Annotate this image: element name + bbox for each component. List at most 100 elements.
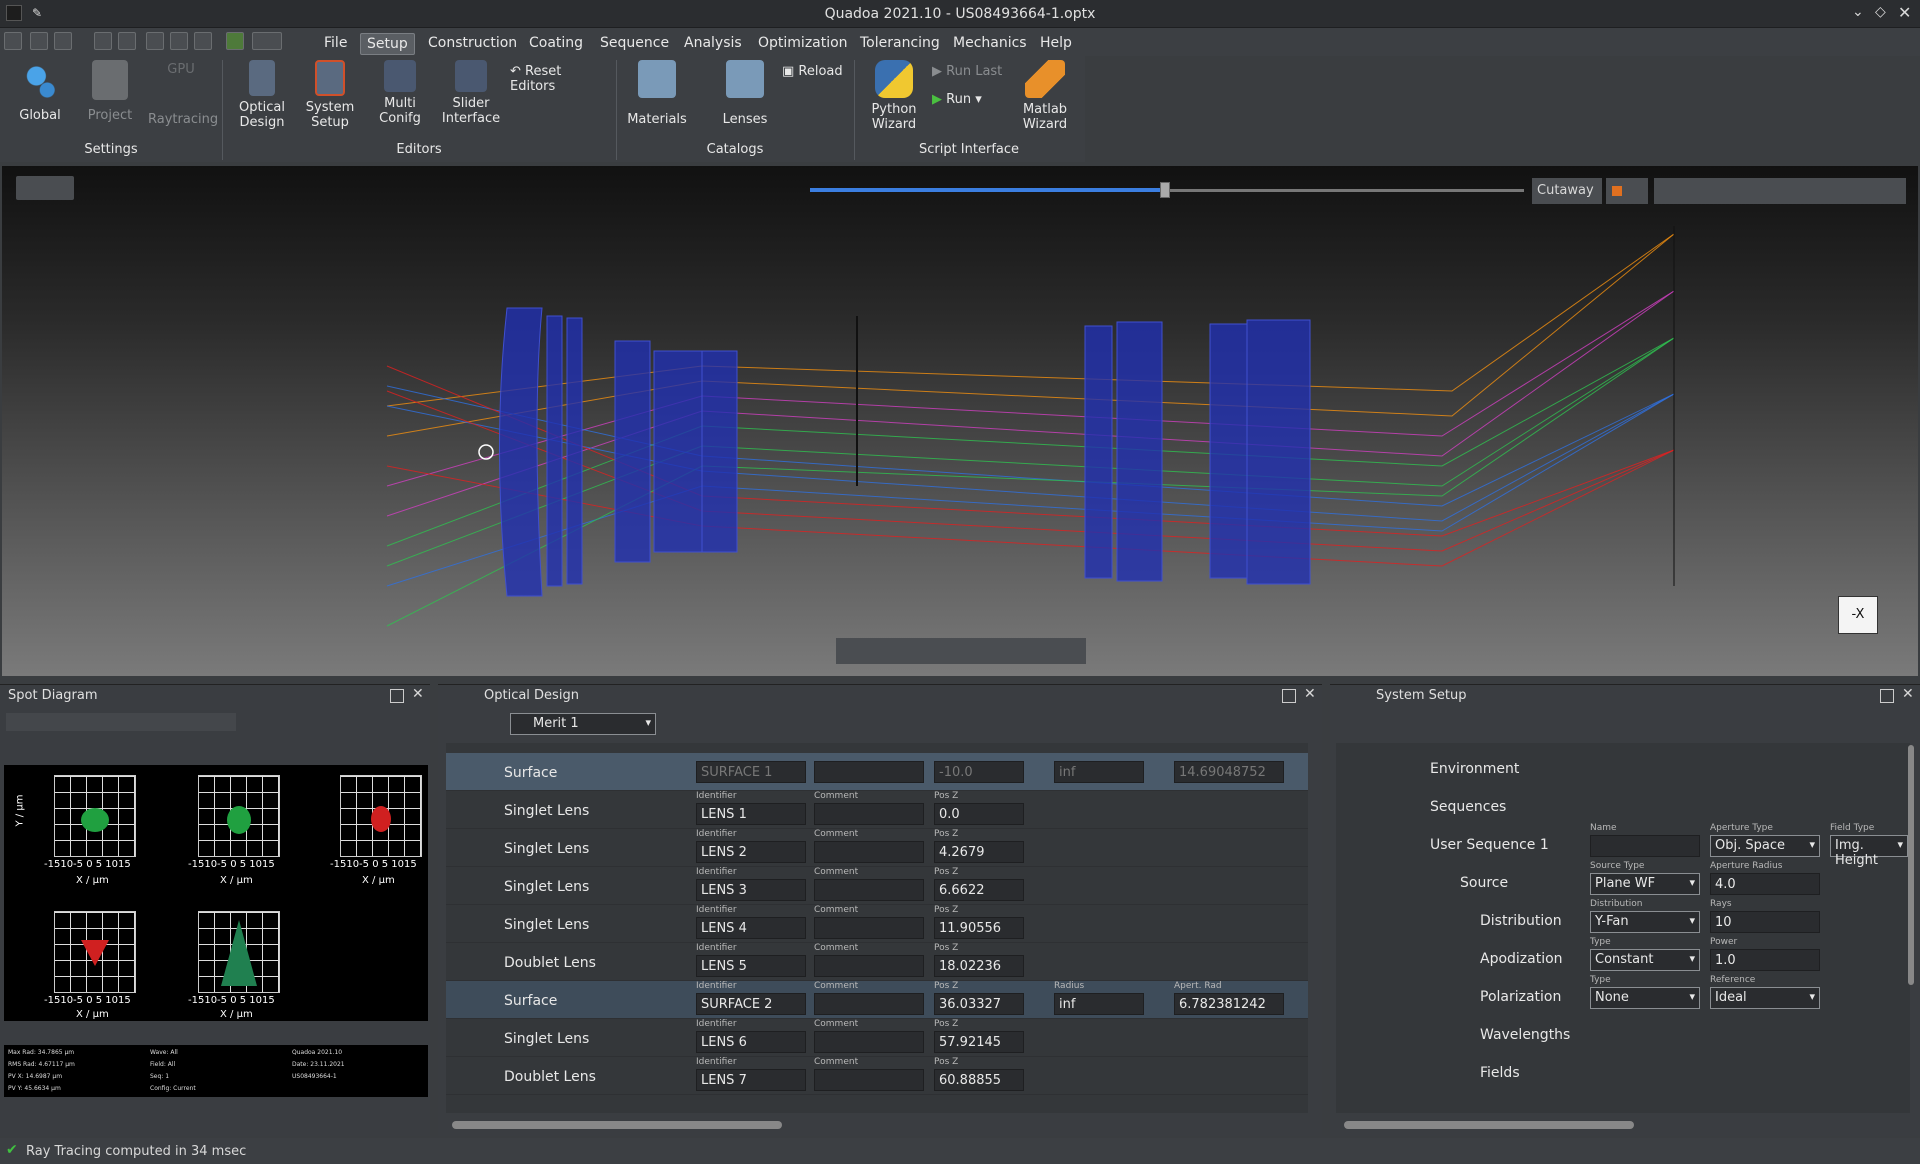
redo-icon[interactable]: [170, 32, 188, 50]
minimize-icon[interactable]: ⌄: [1852, 4, 1864, 20]
identifier-field[interactable]: LENS 3: [696, 879, 806, 901]
spot-toolbar[interactable]: [6, 713, 236, 731]
od-horizontal-scrollbar[interactable]: [452, 1121, 782, 1129]
reload-button[interactable]: ▣ Reload: [782, 64, 844, 79]
aperture-radius-field[interactable]: 4.0: [1710, 873, 1820, 895]
ss-vertical-scrollbar[interactable]: [1908, 745, 1914, 985]
save-icon[interactable]: [94, 32, 112, 50]
source-type-dropdown[interactable]: Plane WF: [1590, 873, 1700, 895]
reset-editors-button[interactable]: ↶ Reset Editors: [510, 64, 602, 94]
ss-float-icon[interactable]: [1880, 689, 1894, 703]
undo-icon[interactable]: [146, 32, 164, 50]
radius-field[interactable]: inf: [1054, 993, 1144, 1015]
aperture-type-dropdown[interactable]: Obj. Space: [1710, 835, 1820, 857]
optical-design-button[interactable]: Optical Design: [234, 60, 290, 130]
comment-field[interactable]: [814, 1069, 924, 1091]
python-wizard-button[interactable]: Python Wizard: [864, 60, 924, 132]
tree-source[interactable]: Source: [1460, 875, 1508, 891]
global-button[interactable]: Global: [12, 60, 68, 123]
table-row[interactable]: Singlet Lens Identifier Comment Pos Z LE…: [446, 867, 1308, 905]
posz-field[interactable]: 4.2679: [934, 841, 1024, 863]
run-last-button[interactable]: ▶ Run Last: [932, 64, 1012, 79]
aperture-field[interactable]: 6.782381242: [1174, 993, 1284, 1015]
identifier-field[interactable]: LENS 1: [696, 803, 806, 825]
apodization-type-dropdown[interactable]: Constant: [1590, 949, 1700, 971]
menu-tolerancing[interactable]: Tolerancing: [854, 33, 946, 53]
auto-update-icon[interactable]: [226, 32, 244, 50]
identifier-field[interactable]: SURFACE 1: [696, 761, 806, 783]
identifier-field[interactable]: LENS 7: [696, 1069, 806, 1091]
lenses-button[interactable]: Lenses: [714, 60, 776, 127]
tree-sequences[interactable]: Sequences: [1430, 799, 1506, 815]
tree-wavelengths[interactable]: Wavelengths: [1480, 1027, 1570, 1043]
ss-close-icon[interactable]: ✕: [1902, 686, 1914, 702]
materials-button[interactable]: Materials: [626, 60, 688, 127]
menu-sequence[interactable]: Sequence: [594, 33, 675, 53]
tree-polarization[interactable]: Polarization: [1480, 989, 1561, 1005]
comment-field[interactable]: [814, 1031, 924, 1053]
comment-field[interactable]: [814, 917, 924, 939]
od-close-icon[interactable]: ✕: [1304, 686, 1316, 702]
menu-optimization[interactable]: Optimization: [752, 33, 854, 53]
menu-analysis[interactable]: Analysis: [678, 33, 748, 53]
tree-distribution[interactable]: Distribution: [1480, 913, 1562, 929]
maximize-icon[interactable]: ◇: [1875, 4, 1886, 20]
spot-close-icon[interactable]: ✕: [412, 686, 424, 702]
menu-setup[interactable]: Setup: [360, 33, 415, 55]
menu-construction[interactable]: Construction: [422, 33, 523, 53]
posz-field[interactable]: 11.90556: [934, 917, 1024, 939]
tree-apodization[interactable]: Apodization: [1480, 951, 1563, 967]
slider-interface-button[interactable]: Slider Interface: [440, 60, 502, 126]
save-as-icon[interactable]: [118, 32, 136, 50]
merit-dropdown[interactable]: Merit 1: [510, 713, 656, 735]
posz-field[interactable]: 36.03327: [934, 993, 1024, 1015]
identifier-field[interactable]: LENS 5: [696, 955, 806, 977]
tree-fields[interactable]: Fields: [1480, 1065, 1520, 1081]
aperture-field[interactable]: 14.69048752: [1174, 761, 1284, 783]
field-type-dropdown[interactable]: Img. Height: [1830, 835, 1908, 868]
window-layout-icon[interactable]: [252, 32, 282, 50]
open-recent-icon[interactable]: [54, 32, 72, 50]
posz-field[interactable]: -10.0: [934, 761, 1024, 783]
raytracing-button[interactable]: GPU Raytracing: [148, 60, 218, 127]
table-row[interactable]: Surface Identifier Comment Pos Z Radius …: [446, 981, 1308, 1019]
polarization-type-dropdown[interactable]: None: [1590, 987, 1700, 1009]
table-row[interactable]: Singlet Lens Identifier Comment Pos Z LE…: [446, 829, 1308, 867]
view-orientation-toolbar[interactable]: [836, 638, 1086, 664]
layout-3d-viewport[interactable]: Cutaway -X: [2, 166, 1918, 676]
power-field[interactable]: 1.0: [1710, 949, 1820, 971]
ss-horizontal-scrollbar[interactable]: [1344, 1121, 1634, 1129]
multi-config-button[interactable]: Multi Conifg: [372, 60, 428, 126]
rays-spinbox[interactable]: 10: [1710, 911, 1820, 933]
comment-field[interactable]: [814, 841, 924, 863]
menu-mechanics[interactable]: Mechanics: [947, 33, 1033, 53]
tree-environment[interactable]: Environment: [1430, 761, 1519, 777]
posz-field[interactable]: 0.0: [934, 803, 1024, 825]
reference-dropdown[interactable]: Ideal: [1710, 987, 1820, 1009]
comment-field[interactable]: [814, 993, 924, 1015]
posz-field[interactable]: 57.92145: [934, 1031, 1024, 1053]
posz-field[interactable]: 18.02236: [934, 955, 1024, 977]
table-row[interactable]: Doublet Lens Identifier Comment Pos Z LE…: [446, 943, 1308, 981]
system-setup-button[interactable]: System Setup: [302, 60, 358, 130]
posz-field[interactable]: 60.88855: [934, 1069, 1024, 1091]
od-float-icon[interactable]: [1282, 689, 1296, 703]
comment-field[interactable]: [814, 761, 924, 783]
comment-field[interactable]: [814, 879, 924, 901]
tree-user-sequence[interactable]: User Sequence 1: [1430, 837, 1549, 853]
radius-field[interactable]: inf: [1054, 761, 1144, 783]
table-row[interactable]: Doublet Lens Identifier Comment Pos Z LE…: [446, 1057, 1308, 1095]
table-row[interactable]: Singlet Lens Identifier Comment Pos Z LE…: [446, 791, 1308, 829]
matlab-wizard-button[interactable]: Matlab Wizard: [1016, 60, 1074, 132]
menu-file[interactable]: File: [318, 33, 353, 53]
new-file-icon[interactable]: [4, 32, 22, 50]
identifier-field[interactable]: SURFACE 2: [696, 993, 806, 1015]
identifier-field[interactable]: LENS 6: [696, 1031, 806, 1053]
refresh-icon[interactable]: [194, 32, 212, 50]
open-file-icon[interactable]: [30, 32, 48, 50]
run-button[interactable]: ▶ Run ▾: [932, 92, 1012, 107]
menu-coating[interactable]: Coating: [523, 33, 589, 53]
table-row[interactable]: Singlet Lens Identifier Comment Pos Z LE…: [446, 905, 1308, 943]
comment-field[interactable]: [814, 803, 924, 825]
identifier-field[interactable]: LENS 4: [696, 917, 806, 939]
